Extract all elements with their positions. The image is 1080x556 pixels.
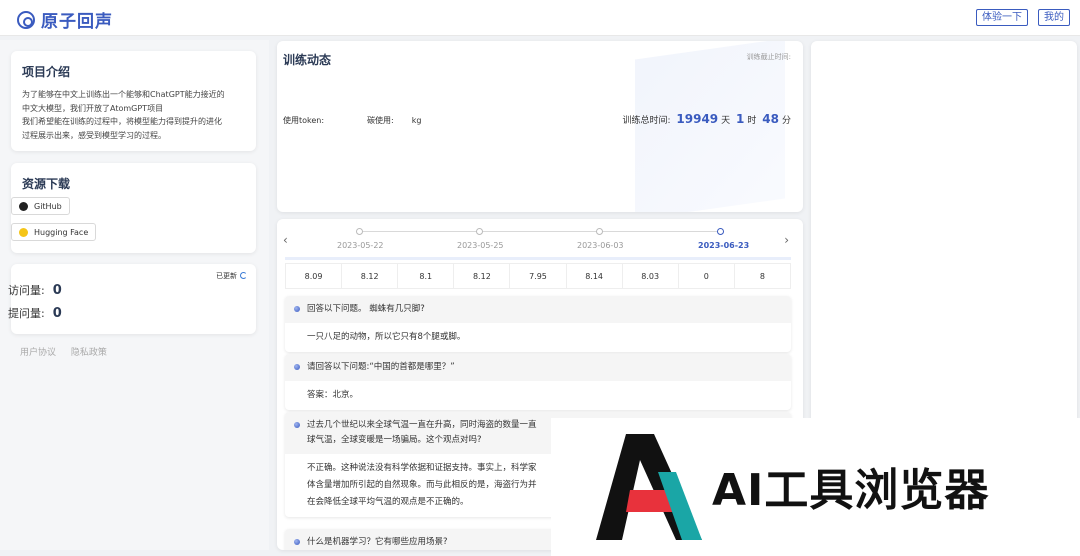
logo-text: 原子回声 [41, 12, 113, 32]
bullet-icon [294, 364, 300, 370]
try-button[interactable]: 体验一下 [976, 9, 1028, 26]
qa-item[interactable]: 回答以下问题。 蜘蛛有几只脚? 一只八足的动物，所以它只有8个腿或脚。 [285, 296, 791, 352]
total-label: 训练总时间: [622, 116, 671, 126]
intro-line: 中文大模型，我们开放了AtomGPT项目 [22, 103, 164, 113]
timeline-divider [285, 257, 791, 260]
bullet-icon [294, 539, 300, 545]
qa-answer: 答案：北京。 [307, 390, 359, 400]
question-text: 回答以下问题。 蜘蛛有几只脚? [307, 304, 425, 314]
updated-label: 已更新 [216, 272, 237, 280]
visit-count: 访问量: 0 [8, 282, 62, 298]
timeline-next-icon[interactable]: › [784, 233, 789, 247]
timeline-prev-icon[interactable]: ‹ [283, 233, 288, 247]
score-cell: 7.95 [510, 264, 567, 288]
timeline-date[interactable]: 2023-05-25 [457, 241, 504, 250]
carbon-unit: kg [411, 116, 422, 125]
score-cell: 8.14 [567, 264, 623, 288]
score-cell: 8 [759, 271, 765, 281]
visit-label: 访问量: [8, 284, 45, 297]
ask-count: 提问量: 0 [8, 305, 62, 321]
logo-icon [17, 10, 35, 29]
token-usage: 使用token: [283, 116, 325, 125]
timeline-track [359, 231, 721, 232]
timeline-date[interactable]: 2023-06-03 [577, 241, 624, 250]
qa-question: 回答以下问题。 蜘蛛有几只脚? [285, 296, 791, 323]
ask-label: 提问量: [8, 307, 45, 320]
privacy-link[interactable]: 隐私政策 [71, 348, 107, 358]
days-value: 19949 [676, 112, 719, 126]
timeline-dot[interactable] [596, 228, 603, 235]
github-label: GitHub [34, 201, 62, 211]
updated-status[interactable]: 已更新 [216, 271, 247, 281]
ask-value: 0 [52, 306, 62, 321]
minutes-unit: 分 [781, 116, 791, 126]
refresh-icon [240, 272, 247, 279]
training-deadline: 训练截止时间: [746, 53, 791, 61]
visit-value: 0 [52, 283, 62, 298]
footer-links: 用户协议 隐私政策 [20, 345, 119, 358]
watermark-text: AI工具浏览器 [712, 465, 990, 516]
timeline-date[interactable]: 2023-05-22 [337, 241, 384, 250]
minutes-value: 48 [762, 112, 779, 126]
total-training-time: 训练总时间: 19949 天 1时 48 分 [622, 112, 791, 126]
github-button[interactable]: GitHub [11, 197, 70, 215]
github-icon [19, 201, 28, 211]
carbon-label: 碳使用: [367, 116, 394, 125]
days-unit: 天 [721, 116, 731, 126]
score-cell: 8.12 [342, 264, 399, 288]
huggingface-label: Hugging Face [34, 227, 89, 237]
huggingface-icon [19, 227, 28, 237]
bullet-icon [294, 306, 300, 312]
intro-line: 我们希望能在训练的过程中，将模型能力得到提升的进化 [22, 117, 222, 126]
timeline-dot[interactable] [356, 228, 363, 235]
training-title: 训练动态 [283, 53, 332, 67]
question-text: 什么是机器学习？它有哪些应用场景? [307, 537, 448, 547]
watermark-logo-icon [596, 434, 702, 540]
intro-line: 为了能够在中文上训练出一个能够和ChatGPT能力接近的 [22, 90, 225, 99]
score-cell: 8.12 [454, 264, 511, 288]
timeline-date-active[interactable]: 2023-06-23 [698, 241, 749, 250]
agreement-link[interactable]: 用户协议 [20, 348, 56, 358]
question-text: 请回答以下问题:“中国的首都是哪里？” [307, 362, 455, 372]
intro-card: 项目介绍 为了能够在中文上训练出一个能够和ChatGPT能力接近的 中文大模型，… [11, 51, 256, 151]
intro-title: 项目介绍 [22, 65, 71, 79]
score-cell: 8.1 [398, 264, 455, 288]
bullet-icon [294, 422, 300, 428]
stats-card: 已更新 [11, 264, 256, 334]
intro-line: 过程展示出来，感受到模型学习的过程。 [22, 130, 166, 140]
logo[interactable]: 原子回声 [17, 7, 113, 32]
qa-answer: 一只八足的动物，所以它只有8个腿或脚。 [307, 332, 466, 342]
qa-item[interactable]: 请回答以下问题:“中国的首都是哪里？” 答案：北京。 [285, 354, 791, 410]
hours-unit: 时 [747, 116, 757, 126]
qa-question: 请回答以下问题:“中国的首都是哪里？” [285, 354, 791, 381]
score-table: 8.09 8.12 8.1 8.12 7.95 8.14 8.03 0 8 [285, 263, 791, 289]
score-cell: 8.03 [623, 264, 679, 288]
training-card: 训练动态 训练截止时间: 使用token: 碳使用: kg 训练总时间: 1994… [277, 41, 803, 212]
downloads-title: 资源下载 [22, 177, 71, 191]
huggingface-button[interactable]: Hugging Face [11, 223, 97, 241]
top-header: 原子回声 体验一下 我的 [0, 0, 1080, 36]
score-cell: 0 [679, 264, 735, 288]
timeline-dot-active[interactable] [717, 228, 724, 235]
mine-button[interactable]: 我的 [1038, 9, 1070, 26]
hours-value: 1 [736, 112, 745, 126]
score-cell: 8.09 [286, 264, 343, 288]
timeline-dot[interactable] [476, 228, 483, 235]
carbon-usage: 碳使用: kg [367, 115, 421, 126]
